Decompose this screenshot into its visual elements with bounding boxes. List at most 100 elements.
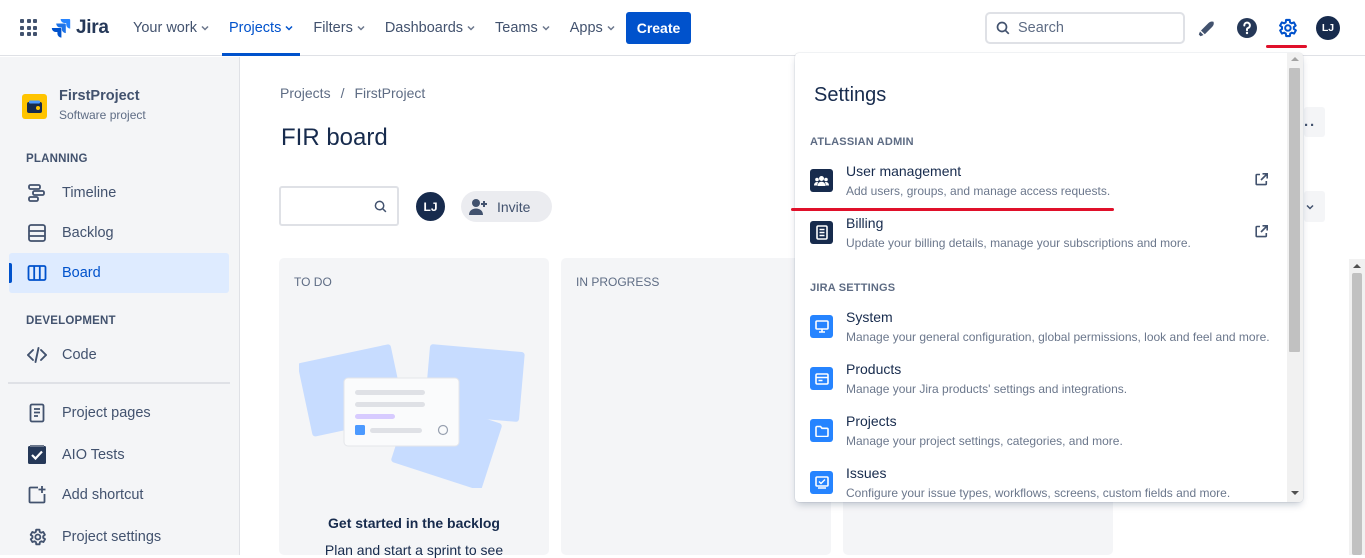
menu-item-issues[interactable]: Issues Configure your issue types, workf…: [795, 459, 1287, 502]
scroll-up-arrow-icon[interactable]: [1353, 264, 1361, 268]
board-column-todo: TO DO Get started in the backlog Plan an…: [279, 258, 549, 558]
menu-item-system[interactable]: System Manage your general configuration…: [795, 303, 1287, 355]
chevron-down-icon: [1306, 204, 1314, 210]
empty-state-text: Plan and start a sprint to see: [324, 542, 504, 558]
invite-label: Invite: [497, 198, 531, 215]
nav-dashboards[interactable]: Dashboards: [375, 0, 485, 56]
search-box[interactable]: [985, 12, 1185, 44]
breadcrumb-project[interactable]: FirstProject: [354, 85, 425, 101]
nav-projects[interactable]: Projects: [219, 0, 303, 56]
scroll-down-arrow-icon[interactable]: [1291, 491, 1299, 495]
sidebar-item-aio-tests[interactable]: AIO Tests: [9, 435, 229, 475]
help-button[interactable]: [1233, 14, 1261, 42]
folder-icon: [810, 419, 833, 442]
avatar-initials: LJ: [423, 199, 438, 214]
sidebar-item-backlog[interactable]: Backlog: [9, 213, 229, 253]
sidebar-item-timeline[interactable]: Timeline: [9, 173, 229, 213]
breadcrumb-projects[interactable]: Projects: [280, 85, 331, 101]
menu-item-description: Update your billing details, manage your…: [846, 236, 1191, 250]
more-actions-button[interactable]: ··: [1304, 107, 1325, 137]
issues-icon: [810, 471, 833, 494]
sidebar-item-label: Board: [62, 265, 101, 281]
settings-dropdown-title: Settings: [814, 84, 887, 106]
sidebar-item-label: Project pages: [62, 405, 151, 421]
nav-your-work[interactable]: Your work: [123, 0, 219, 56]
nav-teams[interactable]: Teams: [485, 0, 560, 56]
sidebar-item-label: AIO Tests: [62, 447, 125, 463]
assignee-avatar-filter[interactable]: LJ: [414, 190, 447, 223]
page-scrollbar-thumb[interactable]: [1352, 273, 1362, 555]
more-icon: ··: [1304, 117, 1316, 134]
search-input[interactable]: [1018, 20, 1168, 36]
page-icon: [26, 402, 48, 424]
menu-item-name: System: [846, 309, 893, 325]
nav-label: Teams: [495, 20, 538, 36]
jira-logo-icon: [51, 19, 71, 38]
empty-state-title: Get started in the backlog: [328, 515, 500, 531]
sidebar-divider: [8, 382, 230, 384]
gear-icon: [26, 526, 48, 548]
menu-item-billing[interactable]: Billing Update your billing details, man…: [795, 209, 1287, 261]
menu-item-description: Manage your project settings, categories…: [846, 434, 1123, 448]
board-search-input[interactable]: [279, 186, 399, 226]
bell-icon: [1198, 21, 1214, 37]
chevron-down-icon: [467, 25, 475, 31]
settings-scrollbar-thumb[interactable]: [1289, 68, 1300, 352]
project-sidebar: FirstProject Software project PLANNING T…: [0, 57, 240, 555]
breadcrumb-separator: /: [340, 85, 345, 101]
view-settings-dropdown[interactable]: [1304, 191, 1325, 222]
users-icon: [810, 169, 833, 192]
nav-apps[interactable]: Apps: [560, 0, 625, 56]
sidebar-item-board[interactable]: Board: [9, 253, 229, 293]
profile-avatar[interactable]: LJ: [1316, 16, 1340, 40]
sidebar-item-label: Add shortcut: [62, 487, 144, 503]
help-icon: [1237, 18, 1257, 38]
nav-label: Apps: [569, 20, 603, 36]
checkbox-icon: [26, 444, 48, 466]
menu-item-description: Add users, groups, and manage access req…: [846, 184, 1111, 198]
add-shortcut-icon: [26, 484, 48, 506]
menu-item-name: Billing: [846, 215, 884, 231]
sidebar-item-project-pages[interactable]: Project pages: [9, 393, 229, 433]
nav-label: Filters: [313, 20, 353, 36]
menu-item-description: Manage your general configuration, globa…: [846, 330, 1270, 344]
board-icon: [26, 262, 48, 284]
project-header[interactable]: FirstProject Software project: [22, 87, 146, 122]
page-scrollbar[interactable]: [1349, 259, 1365, 555]
nav-label: Your work: [133, 20, 197, 36]
project-type: Software project: [59, 108, 146, 122]
nav-label: Projects: [228, 20, 282, 36]
chevron-down-icon: [607, 25, 615, 31]
search-icon: [374, 200, 387, 213]
menu-item-projects[interactable]: Projects Manage your project settings, c…: [795, 407, 1287, 459]
empty-board-illustration-icon: [299, 344, 525, 488]
notifications-button[interactable]: [1193, 14, 1221, 42]
sidebar-item-label: Project settings: [62, 529, 162, 545]
sidebar-item-add-shortcut[interactable]: Add shortcut: [9, 475, 229, 515]
section-title-development: DEVELOPMENT: [26, 315, 116, 327]
section-title-atlassian-admin: ATLASSIAN ADMIN: [810, 136, 914, 148]
invite-button[interactable]: Invite: [461, 191, 552, 222]
menu-item-products[interactable]: Products Manage your Jira products' sett…: [795, 355, 1287, 407]
create-button[interactable]: Create: [626, 12, 691, 44]
settings-button[interactable]: [1273, 14, 1301, 42]
scroll-up-arrow-icon[interactable]: [1291, 57, 1299, 61]
chevron-down-icon: [542, 25, 550, 31]
sidebar-item-code[interactable]: Code: [9, 335, 229, 375]
sidebar-item-label: Timeline: [62, 185, 117, 201]
nav-filters[interactable]: Filters: [303, 0, 374, 56]
jira-logo[interactable]: Jira: [51, 15, 109, 41]
settings-dropdown: Settings ATLASSIAN ADMIN User management…: [795, 53, 1303, 502]
menu-item-user-management[interactable]: User management Add users, groups, and m…: [795, 157, 1287, 209]
sidebar-item-project-settings[interactable]: Project settings: [9, 517, 229, 557]
timeline-icon: [26, 182, 48, 204]
code-icon: [26, 344, 48, 366]
board-column-in-progress: IN PROGRESS: [561, 258, 831, 555]
app-switcher-icon[interactable]: [20, 19, 37, 36]
nav-label: Dashboards: [384, 20, 464, 36]
settings-dropdown-scrollbar[interactable]: [1287, 53, 1303, 502]
menu-item-description: Configure your issue types, workflows, s…: [846, 486, 1231, 500]
column-title: IN PROGRESS: [576, 275, 660, 289]
chevron-down-icon: [357, 25, 365, 31]
billing-icon: [810, 221, 833, 244]
